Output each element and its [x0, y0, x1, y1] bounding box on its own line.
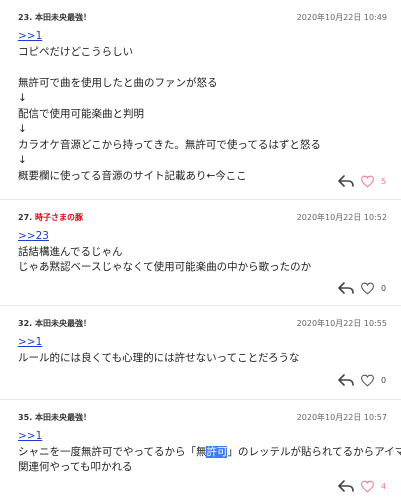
comment-32: 32. 本田未央最強！ 2020年10月22日 10:55 >>1 ルール的には… — [0, 306, 401, 400]
comment-line: カラオケ音源どこから持ってきた。無許可で使ってるはずと怒る — [18, 138, 321, 151]
comment-header: 23. 本田未央最強！ — [18, 12, 91, 23]
text-after-selection: 」のレッテルが貼られてるからアイマス — [227, 445, 401, 458]
reply-anchor-link[interactable]: >>1 — [18, 430, 42, 442]
comment-actions: 5 — [338, 173, 387, 189]
comment-line: 話結構進んでるじゃん — [18, 245, 123, 258]
comment-line: ↓ — [18, 154, 27, 166]
comment-date: 2020年10月22日 10:52 — [296, 213, 387, 222]
comment-author: 本田未央最強！ — [34, 13, 91, 22]
like-count: 0 — [381, 283, 387, 293]
comment-line: じゃあ黙認ベースじゃなくて使用可能楽曲の中から歌ったのか — [18, 261, 312, 273]
comment-header: 27. 時子さまの豚 — [18, 212, 83, 223]
reply-arrow-icon[interactable] — [338, 374, 354, 386]
comment-actions: 4 — [338, 478, 387, 494]
comment-body: >>1 シャニを一度無許可でやってるから「無許可」のレッテルが貼られてるからアイ… — [18, 429, 401, 476]
like-button[interactable] — [360, 282, 375, 295]
comment-line: コピペだけどこうらしい — [18, 45, 134, 58]
comment-date: 2020年10月22日 10:57 — [296, 413, 387, 422]
comment-line: 無許可で曲を使用したと曲のファンが怒る — [18, 76, 218, 89]
like-button[interactable] — [360, 175, 375, 188]
selected-text[interactable]: 許可 — [206, 445, 228, 458]
comment-body: >>1 ルール的には良くても心理的には許せないってことだろうな — [18, 335, 393, 366]
heart-icon — [361, 282, 374, 295]
comment-header: 32. 本田未央最強！ — [18, 318, 91, 329]
reply-arrow-icon[interactable] — [338, 282, 354, 294]
heart-icon — [361, 175, 374, 188]
comment-author: 本田未央最強！ — [34, 319, 91, 328]
comment-35: 35. 本田未央最強！ 2020年10月22日 10:57 >>1 シャニを一度… — [0, 400, 401, 499]
comment-line: シャニを一度無許可でやってるから「無許可」のレッテルが貼られてるからアイマス — [18, 445, 401, 461]
comment-line: 概要欄に使ってる音源のサイト記載あり←今ここ — [18, 169, 247, 182]
comment-date: 2020年10月22日 10:55 — [296, 319, 387, 328]
comment-line: ↓ — [18, 123, 27, 135]
like-button[interactable] — [360, 374, 375, 387]
comment-line — [18, 60, 393, 76]
reply-anchor-link[interactable]: >>1 — [18, 336, 42, 348]
like-count: 5 — [381, 176, 387, 186]
comment-line: ↓ — [18, 92, 27, 104]
reply-arrow-icon[interactable] — [338, 175, 354, 187]
comment-line: ルール的には良くても心理的には許せないってことだろうな — [18, 351, 300, 364]
comment-number: 35. — [18, 413, 33, 422]
like-count: 0 — [381, 375, 387, 385]
comment-number: 27. — [18, 213, 33, 222]
comment-actions: 0 — [338, 372, 387, 388]
comment-line: 配信で使用可能楽曲と判明 — [18, 107, 144, 120]
like-button[interactable] — [360, 480, 375, 493]
heart-icon — [361, 480, 374, 493]
heart-icon — [361, 374, 374, 387]
comment-body: >>1 コピペだけどこうらしい 無許可で曲を使用したと曲のファンが怒る ↓ 配信… — [18, 29, 393, 184]
like-count: 4 — [381, 481, 387, 491]
comment-body: >>23 話結構進んでるじゃん じゃあ黙認ベースじゃなくて使用可能楽曲の中から歌… — [18, 229, 393, 276]
comment-date: 2020年10月22日 10:49 — [296, 13, 387, 22]
comment-author: 時子さまの豚 — [34, 213, 83, 222]
text-before-selection: シャニを一度無許可でやってるから「無 — [18, 445, 207, 458]
comment-actions: 0 — [338, 280, 387, 296]
comment-number: 23. — [18, 13, 33, 22]
comment-line: 関連何やっても叩かれる — [18, 461, 133, 473]
comment-23: 23. 本田未央最強！ 2020年10月22日 10:49 >>1 コピペだけど… — [0, 0, 401, 200]
comment-number: 32. — [18, 319, 33, 328]
reply-anchor-link[interactable]: >>23 — [18, 230, 49, 242]
comment-author: 本田未央最強！ — [34, 413, 91, 422]
comment-27: 27. 時子さまの豚 2020年10月22日 10:52 >>23 話結構進んで… — [0, 200, 401, 306]
comment-header: 35. 本田未央最強！ — [18, 412, 91, 423]
reply-arrow-icon[interactable] — [338, 480, 354, 492]
reply-anchor-link[interactable]: >>1 — [18, 30, 42, 42]
